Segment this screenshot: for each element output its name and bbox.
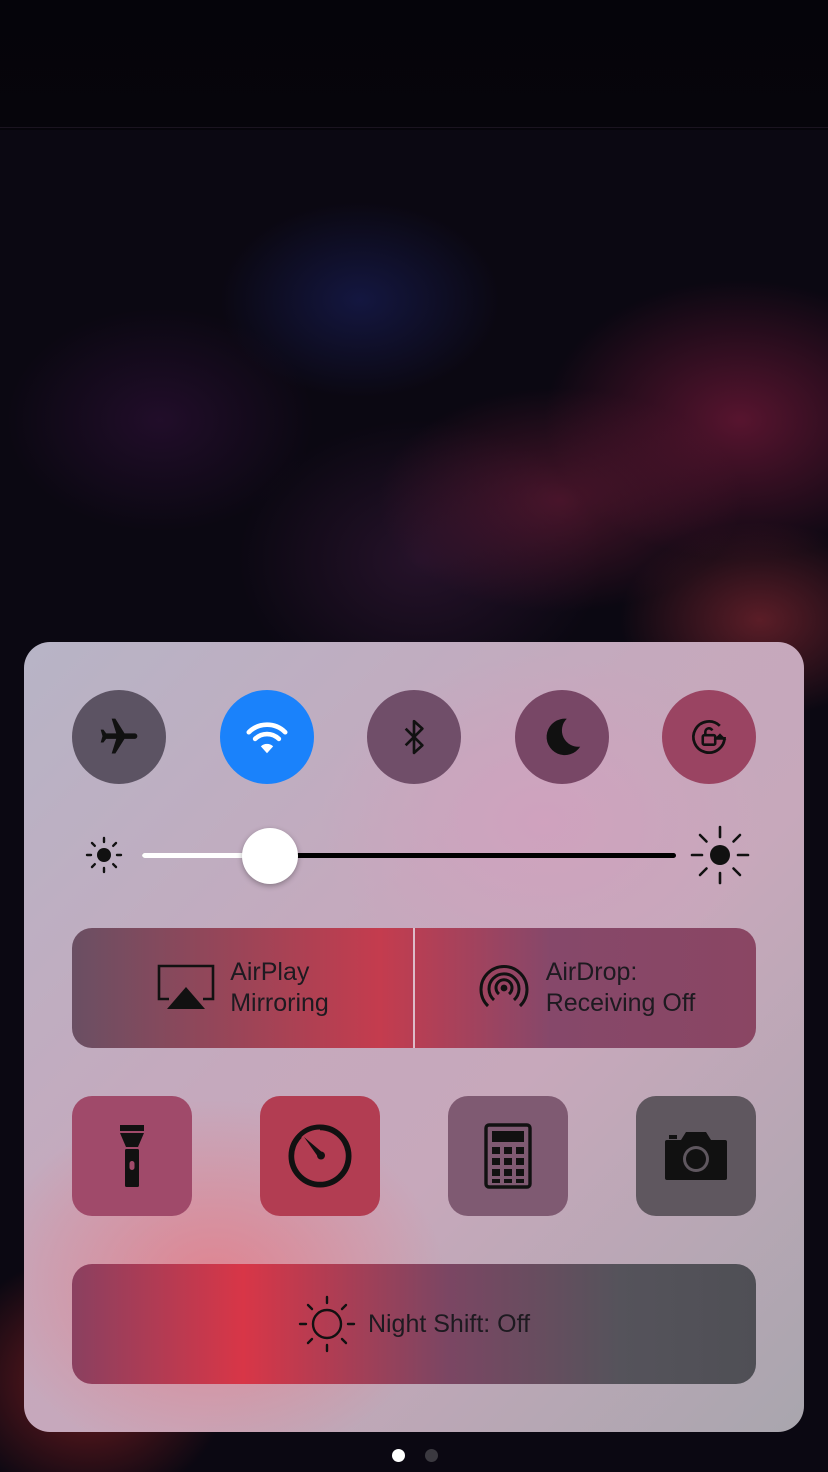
brightness-high-icon	[690, 825, 750, 885]
airplay-icon	[157, 964, 215, 1009]
status-area-divider	[0, 127, 828, 128]
page-dot-1	[392, 1449, 405, 1462]
brightness-low-icon	[85, 836, 123, 874]
airplay-label-line2: Mirroring	[230, 989, 329, 1017]
timer-icon	[288, 1124, 352, 1188]
calculator-button[interactable]	[448, 1096, 568, 1216]
night-shift-icon	[298, 1295, 356, 1353]
brightness-track[interactable]	[142, 828, 676, 884]
airdrop-icon	[479, 964, 529, 1008]
sharing-row: AirPlay Mirroring AirDrop: Receiving Off	[72, 928, 756, 1048]
page-indicator[interactable]	[392, 1449, 438, 1462]
wifi-toggle[interactable]	[220, 690, 314, 784]
calculator-icon	[484, 1123, 532, 1189]
night-shift-label: Night Shift: Off	[367, 1309, 531, 1338]
moon-icon	[546, 718, 581, 756]
rotation-lock-toggle[interactable]	[662, 690, 756, 784]
airplay-label-line1: AirPlay	[230, 958, 310, 986]
camera-button[interactable]	[636, 1096, 756, 1216]
camera-icon	[665, 1132, 727, 1180]
brightness-control	[84, 824, 754, 886]
brightness-slider-thumb[interactable]	[242, 828, 299, 884]
airplay-mirroring-button[interactable]: AirPlay Mirroring	[72, 928, 413, 1048]
airdrop-label-line2: Receiving Off	[545, 989, 696, 1017]
rotation-lock-icon	[692, 720, 727, 754]
airplane-icon	[100, 718, 138, 754]
airdrop-label-line1: AirDrop:	[545, 958, 638, 986]
control-center-panel: AirPlay Mirroring AirDrop: Receiving Off	[24, 642, 804, 1432]
bluetooth-toggle[interactable]	[367, 690, 461, 784]
page-dot-2	[425, 1449, 438, 1462]
bluetooth-icon	[404, 719, 424, 755]
flashlight-icon	[120, 1125, 144, 1187]
timer-button[interactable]	[260, 1096, 380, 1216]
do-not-disturb-toggle[interactable]	[515, 690, 609, 784]
flashlight-button[interactable]	[72, 1096, 192, 1216]
wifi-icon	[246, 722, 288, 754]
night-shift-button[interactable]: Night Shift: Off	[72, 1264, 756, 1384]
airdrop-button[interactable]: AirDrop: Receiving Off	[415, 928, 756, 1048]
airplane-mode-toggle[interactable]	[72, 690, 166, 784]
